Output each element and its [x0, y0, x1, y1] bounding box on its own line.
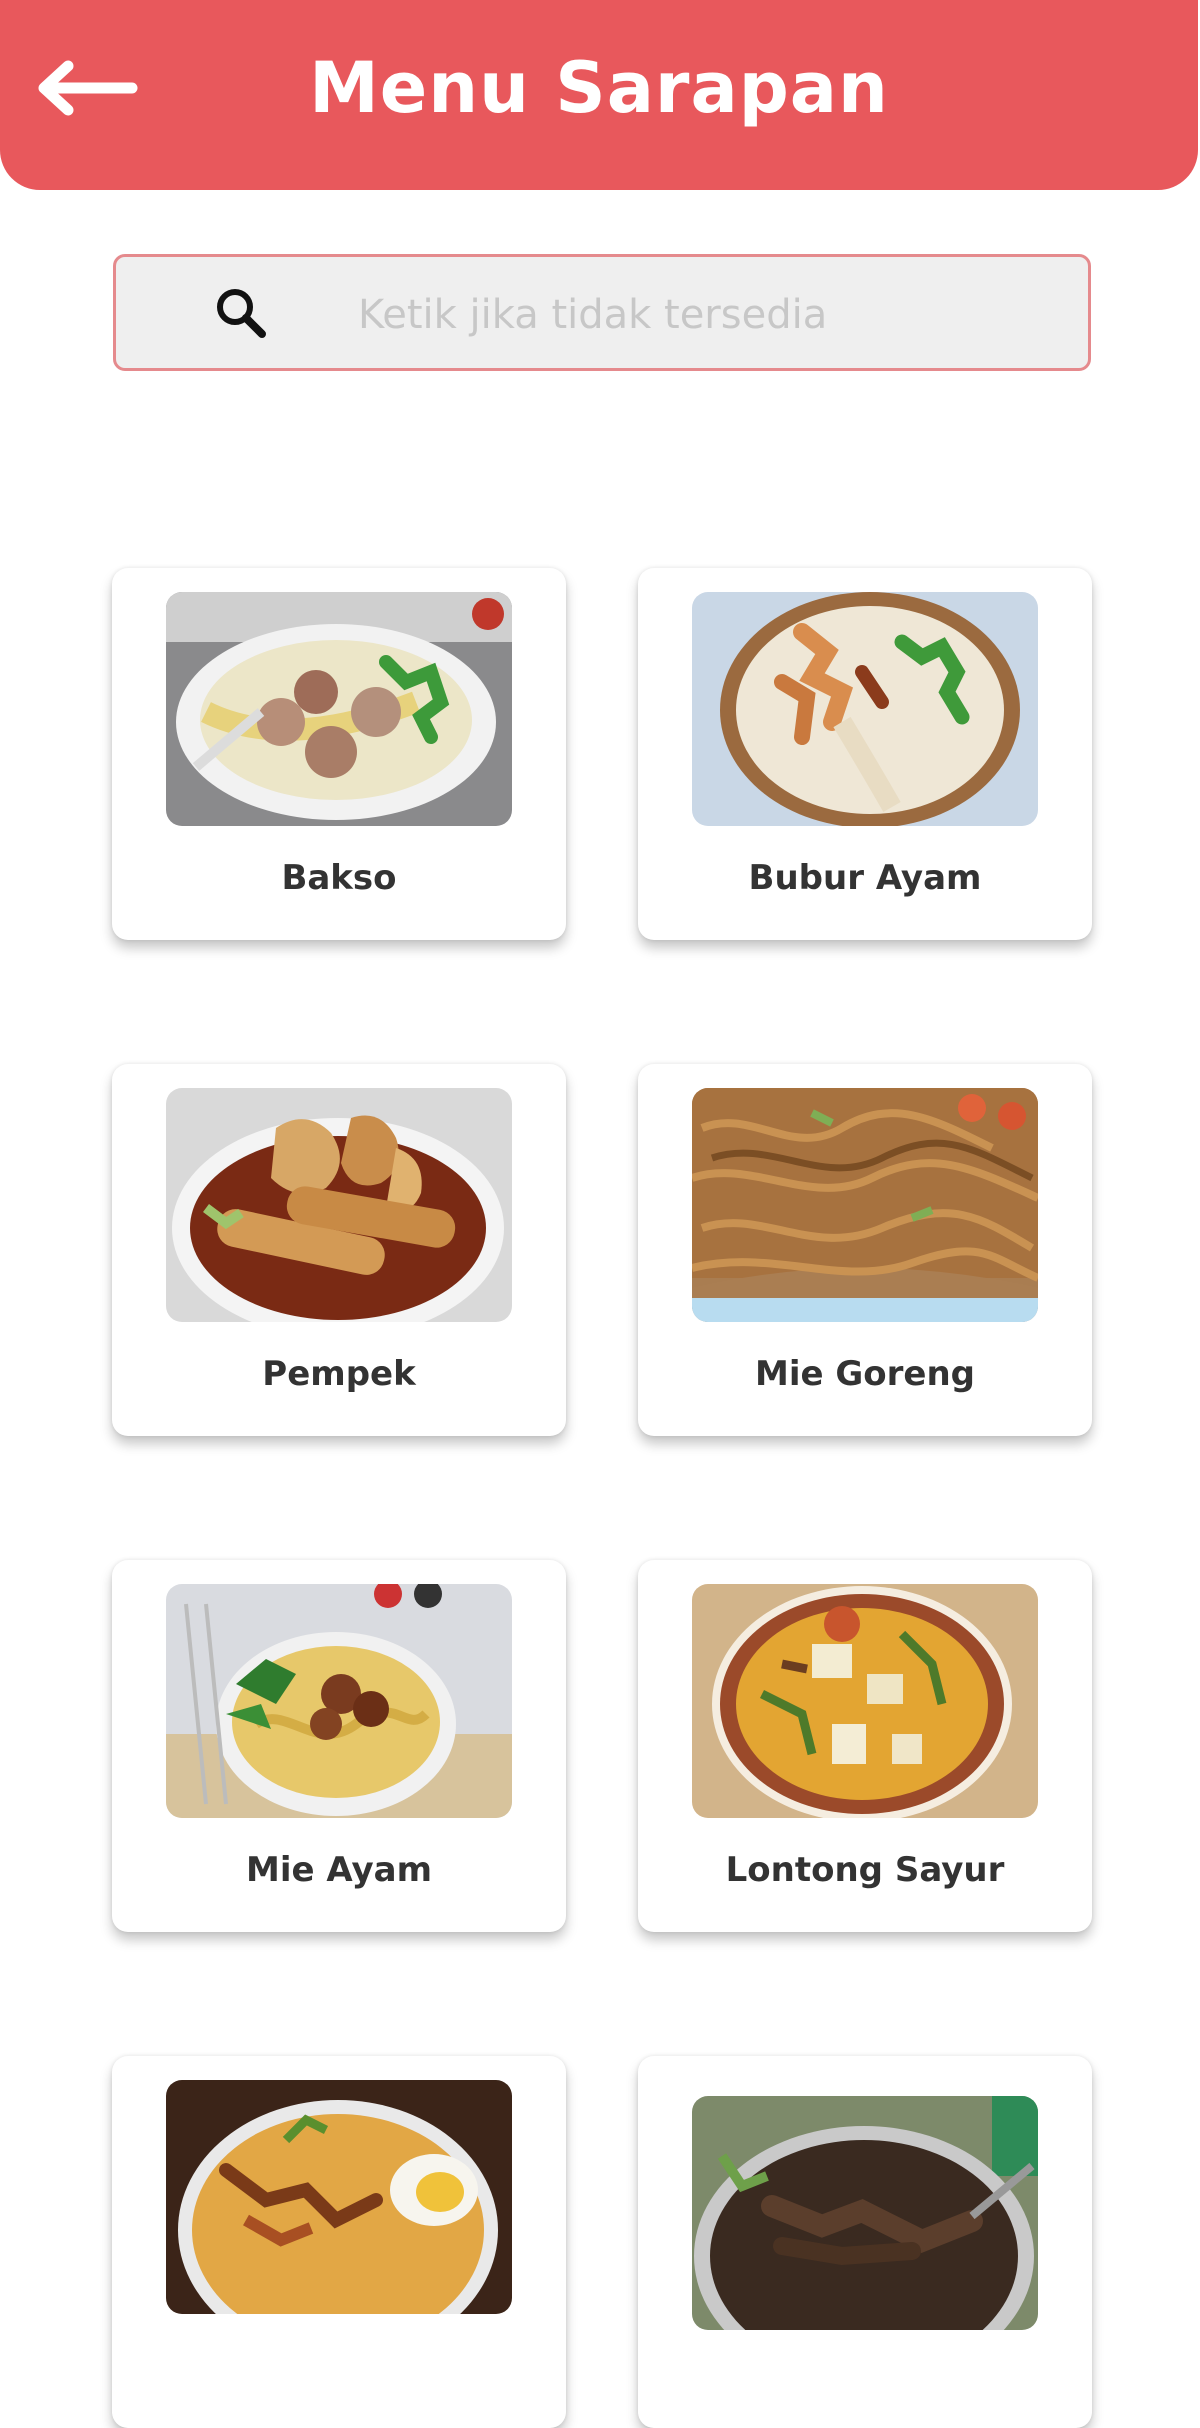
menu-card-label: Lontong Sayur — [725, 1850, 1005, 1890]
page-title: Menu Sarapan — [309, 47, 889, 129]
bakso-image — [166, 592, 512, 826]
mie-ayam-image — [166, 1584, 512, 1818]
menu-card-label: Mie Goreng — [754, 1354, 976, 1394]
menu-card-soto[interactable] — [112, 2056, 566, 2428]
menu-card-pempek[interactable]: Pempek — [112, 1064, 566, 1436]
rawon-image — [692, 2096, 1038, 2330]
menu-card-label: Mie Ayam — [245, 1850, 433, 1890]
menu-card-label: Bakso — [281, 858, 397, 898]
menu-card-label: Bubur Ayam — [748, 858, 982, 898]
menu-card-rawon[interactable] — [638, 2056, 1092, 2428]
search-bar[interactable] — [113, 254, 1091, 371]
mie-goreng-image — [692, 1088, 1038, 1322]
soto-image — [166, 2080, 512, 2314]
pempek-image — [166, 1088, 512, 1322]
menu-card-mie-ayam[interactable]: Mie Ayam — [112, 1560, 566, 1932]
menu-card-mie-goreng[interactable]: Mie Goreng — [638, 1064, 1092, 1436]
arrow-left-icon[interactable] — [34, 58, 138, 118]
menu-card-lontong-sayur[interactable]: Lontong Sayur — [638, 1560, 1092, 1932]
search-icon — [217, 289, 266, 338]
search-input[interactable] — [356, 275, 1060, 355]
header-bar: Menu Sarapan — [0, 0, 1198, 190]
bubur-ayam-image — [692, 592, 1038, 826]
menu-card-label: Pempek — [262, 1354, 416, 1394]
menu-card-bakso[interactable]: Bakso — [112, 568, 566, 940]
menu-card-bubur-ayam[interactable]: Bubur Ayam — [638, 568, 1092, 940]
lontong-sayur-image — [692, 1584, 1038, 1818]
